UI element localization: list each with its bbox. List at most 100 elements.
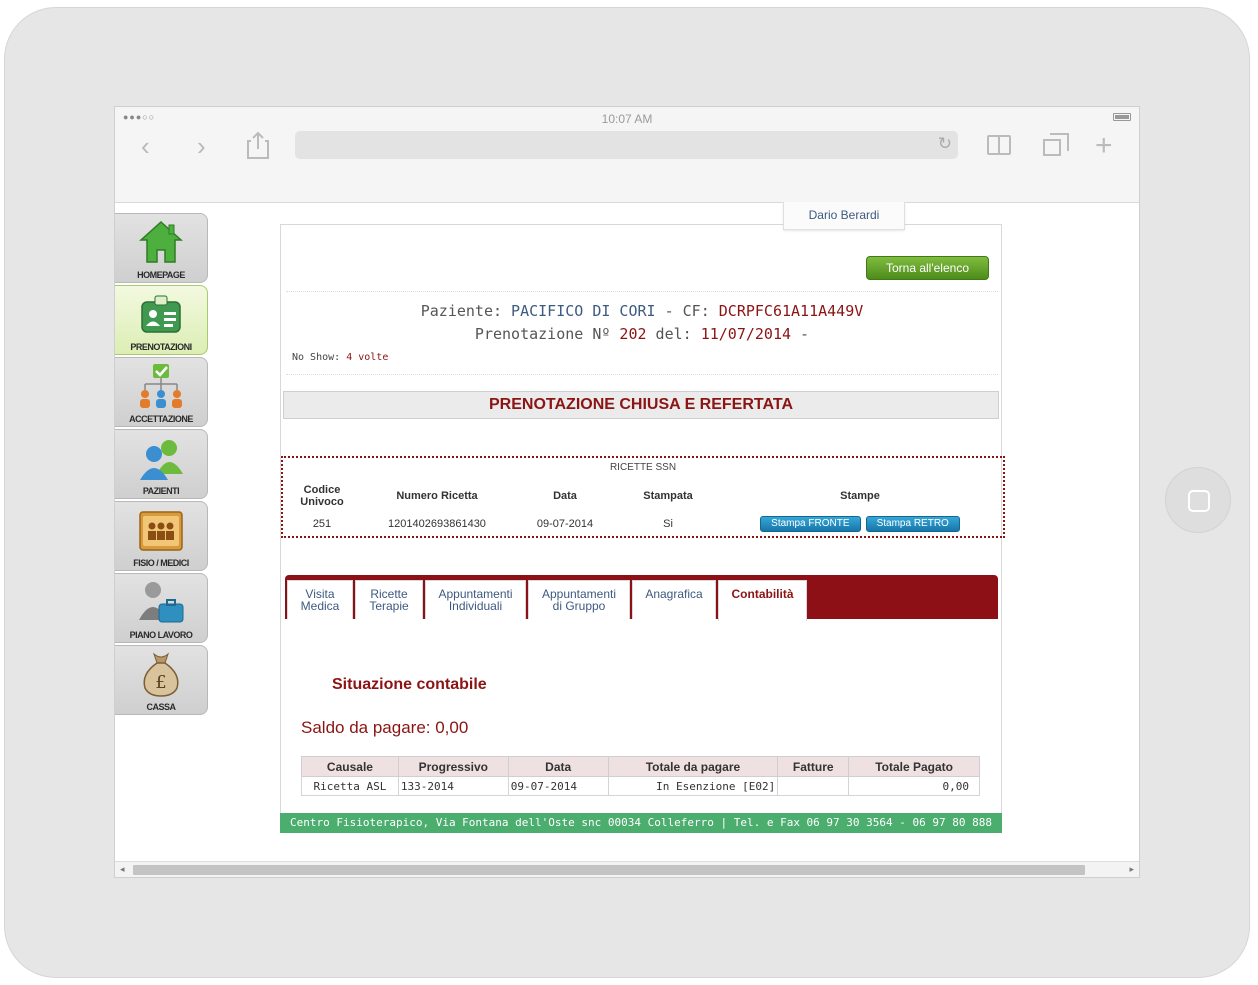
- house-icon: [139, 220, 183, 263]
- sidebar-item-homepage[interactable]: HOMEPAGE: [115, 213, 208, 283]
- sidebar-item-label: PIANO LAVORO: [129, 630, 193, 640]
- sidebar: HOMEPAGE PRENOTAZIONI ACCETTAZIONE PAZIE…: [115, 213, 208, 717]
- sidebar-item-label: CASSA: [146, 702, 176, 712]
- tabs-icon[interactable]: [1043, 133, 1069, 156]
- col-stampe: Stampe: [840, 490, 880, 502]
- patient-info: Paziente: PACIFICO DI CORI - CF: DCRPFC6…: [286, 291, 998, 375]
- home-button[interactable]: [1165, 467, 1231, 533]
- col-data: Data: [507, 756, 609, 777]
- torna-elenco-button[interactable]: Torna all'elenco: [866, 256, 989, 280]
- browser-toolbar: ●●●○○ 10:07 AM ‹ › ↻ +: [115, 107, 1139, 203]
- people-icon: [140, 440, 183, 480]
- battery-icon: [1113, 113, 1131, 121]
- stampa-retro-button[interactable]: Stampa RETRO: [865, 516, 960, 532]
- tab-label: Anagrafica: [645, 587, 703, 601]
- cell-data: 09-07-2014: [507, 776, 609, 796]
- scroll-right-icon[interactable]: ▸: [1129, 864, 1134, 875]
- tab-visita-medica[interactable]: Visita Medica: [287, 580, 353, 619]
- trailing-dash: -: [800, 325, 810, 343]
- tab-appuntamenti-gruppo[interactable]: Appuntamenti di Gruppo: [528, 580, 630, 619]
- noshow-label: No Show:: [292, 352, 341, 363]
- sidebar-item-prenotazioni[interactable]: PRENOTAZIONI: [115, 285, 208, 355]
- share-icon[interactable]: [247, 131, 269, 159]
- tab-label: di Gruppo: [552, 599, 606, 613]
- scroll-left-icon[interactable]: ◂: [120, 864, 125, 875]
- prenotazione-number: 202: [619, 325, 647, 343]
- sidebar-item-label: FISIO / MEDICI: [133, 558, 189, 568]
- tablet-screen: ●●●○○ 10:07 AM ‹ › ↻ + HOMEPAGE PRENOTAZ…: [114, 106, 1140, 878]
- tab-label: Medica: [300, 599, 340, 613]
- sidebar-item-pazienti[interactable]: PAZIENTI: [115, 429, 208, 499]
- tab-label: Contabilità: [731, 587, 794, 601]
- cell-progressivo: 133-2014: [397, 776, 509, 796]
- cell-data: 09-07-2014: [536, 518, 594, 530]
- worker-briefcase-icon: [139, 582, 184, 623]
- horizontal-scrollbar[interactable]: ◂ ▸: [115, 861, 1139, 877]
- del-label: del:: [655, 325, 692, 343]
- noshow-value: 4 volte: [346, 352, 389, 363]
- prenotazione-date: 11/07/2014: [700, 325, 792, 343]
- col-data: Data: [553, 490, 577, 502]
- scrollbar-thumb[interactable]: [133, 865, 1085, 875]
- noshow-row: No Show: 4 volte: [292, 352, 388, 363]
- cf-value: DCRPFC61A11A449V: [718, 302, 864, 320]
- user-name-tab[interactable]: Dario Berardi: [783, 202, 905, 230]
- tab-bar: Visita Medica Ricette Terapie Appuntamen…: [285, 575, 998, 621]
- table-row: 251 1201402693861430 09-07-2014 Si Stamp…: [287, 512, 997, 536]
- reload-icon[interactable]: ↻: [938, 134, 952, 154]
- col-causale: Causale: [301, 756, 399, 777]
- patient-name: PACIFICO DI CORI: [511, 302, 656, 320]
- cell-totale: In Esenzione [E02]: [607, 776, 779, 796]
- contabilita-table: Causale Progressivo Data Totale da pagar…: [301, 756, 980, 796]
- cell-numero: 1201402693861430: [388, 518, 486, 530]
- stampa-fronte-button[interactable]: Stampa FRONTE: [760, 516, 861, 532]
- tab-anagrafica[interactable]: Anagrafica: [632, 580, 716, 619]
- back-arrow-icon[interactable]: ‹: [141, 131, 150, 161]
- tab-label: Individuali: [448, 599, 503, 613]
- sidebar-item-label: PAZIENTI: [142, 486, 180, 496]
- cell-fatture: [777, 776, 850, 796]
- home-square-icon: [1188, 490, 1210, 512]
- table-row: Ricetta ASL 133-2014 09-07-2014 In Esenz…: [301, 776, 980, 796]
- new-tab-icon[interactable]: +: [1095, 129, 1113, 163]
- col-progressivo: Progressivo: [397, 756, 509, 777]
- sidebar-item-accettazione[interactable]: ACCETTAZIONE: [115, 357, 208, 427]
- table-header-row: Causale Progressivo Data Totale da pagar…: [301, 756, 980, 777]
- org-chart-icon: [140, 364, 182, 408]
- paziente-label: Paziente:: [420, 302, 503, 320]
- tab-label: Terapie: [369, 599, 409, 613]
- col-fatture: Fatture: [777, 756, 850, 777]
- sidebar-item-piano-lavoro[interactable]: PIANO LAVORO: [115, 573, 208, 643]
- sidebar-item-cassa[interactable]: £ CASSA: [115, 645, 208, 715]
- sidebar-item-label: PRENOTAZIONI: [130, 342, 192, 352]
- sidebar-item-label: ACCETTAZIONE: [129, 414, 193, 424]
- svg-text:£: £: [155, 672, 166, 693]
- ricette-title: RICETTE SSN: [609, 462, 677, 473]
- col-pagato: Totale Pagato: [848, 756, 980, 777]
- bookmarks-icon[interactable]: [987, 135, 1011, 155]
- col-totale: Totale da pagare: [607, 756, 779, 777]
- cell-causale: Ricetta ASL: [301, 776, 399, 796]
- tab-ricette-terapie[interactable]: Ricette Terapie: [355, 580, 423, 619]
- sidebar-item-fisio-medici[interactable]: FISIO / MEDICI: [115, 501, 208, 571]
- cell-codice: 251: [312, 518, 332, 530]
- situazione-contabile-title: Situazione contabile: [332, 676, 487, 693]
- patient-row: Paziente: PACIFICO DI CORI - CF: DCRPFC6…: [286, 302, 998, 320]
- col-numero: Numero Ricetta: [396, 490, 478, 502]
- forward-arrow-icon[interactable]: ›: [197, 131, 206, 161]
- col-codice: Codice Univoco: [300, 484, 344, 508]
- address-bar[interactable]: ↻: [295, 131, 958, 159]
- status-clock: 10:07 AM: [601, 112, 653, 126]
- ricette-table: Codice Univoco Numero Ricetta Data Stamp…: [287, 480, 997, 536]
- prenotazione-label: Prenotazione Nº: [474, 325, 611, 343]
- ricette-ssn-box: RICETTE SSN Codice Univoco Numero Ricett…: [281, 456, 1005, 538]
- staff-folder-icon: [139, 511, 183, 551]
- cell-stampata: Si: [663, 518, 673, 530]
- cell-stampe: Stampa FRONTE Stampa RETRO: [723, 512, 997, 536]
- table-header-row: Codice Univoco Numero Ricetta Data Stamp…: [287, 480, 997, 512]
- tab-contabilita[interactable]: Contabilità: [718, 580, 807, 621]
- tab-appuntamenti-individuali[interactable]: Appuntamenti Individuali: [425, 580, 526, 619]
- saldo-da-pagare: Saldo da pagare: 0,00: [301, 718, 469, 737]
- badge-icon: [141, 295, 181, 333]
- main-panel: Torna all'elenco Paziente: PACIFICO DI C…: [280, 224, 1005, 832]
